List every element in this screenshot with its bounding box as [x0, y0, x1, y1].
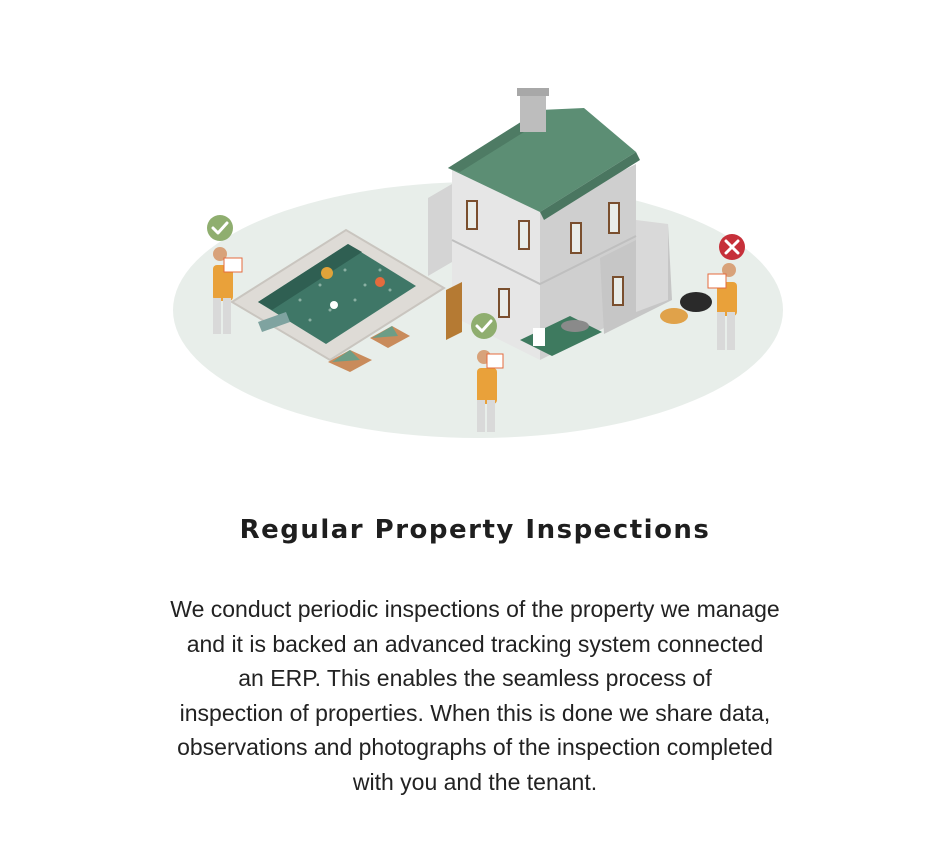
description-line: an ERP. This enables the seamless proces… — [238, 665, 712, 691]
section-title: Regular Property Inspections — [239, 515, 711, 545]
cross-badge-icon — [719, 234, 745, 260]
description-line: and it is backed an advanced tracking sy… — [186, 630, 764, 657]
section-description: We conduct periodic inspections of the p… — [120, 592, 830, 799]
description-line: observations and photographs of the insp… — [177, 734, 773, 760]
description-line: We conduct periodic inspections of the p… — [170, 596, 780, 622]
check-badge-icon — [207, 215, 233, 241]
description-line: with you and the tenant. — [352, 768, 598, 795]
description-line: inspection of properties. When this is d… — [179, 699, 771, 726]
property-inspection-illustration — [173, 88, 783, 438]
check-badge-icon — [471, 313, 497, 339]
